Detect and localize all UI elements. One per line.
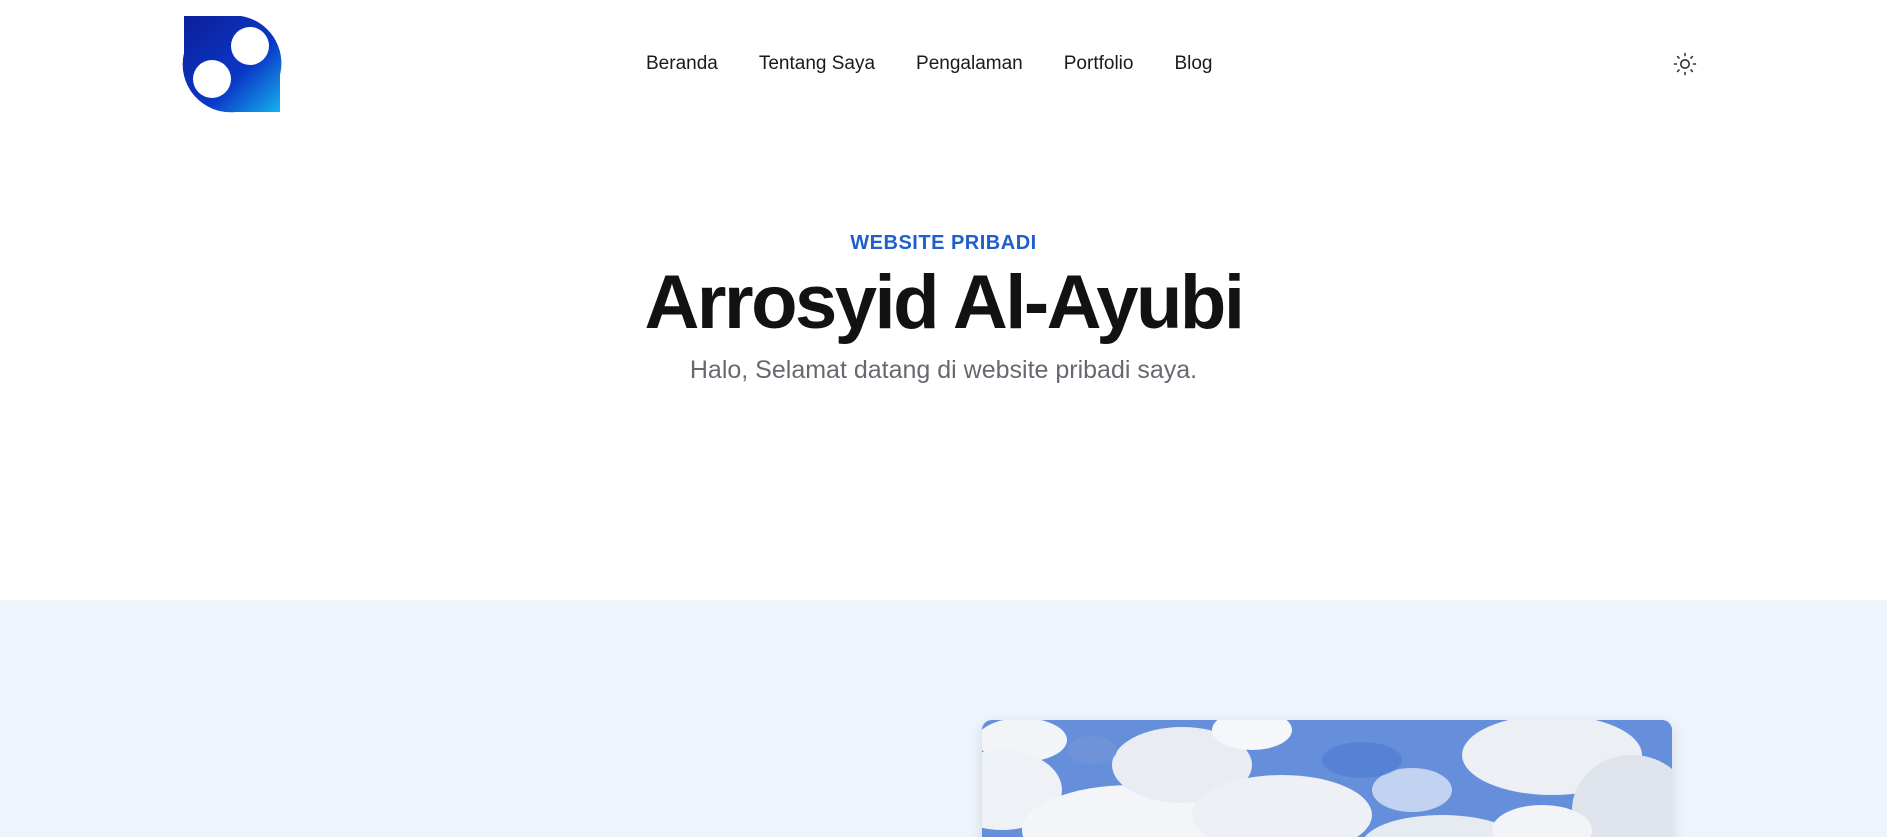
hero-subtitle: Halo, Selamat datang di website pribadi … [689,356,1198,384]
hero-title: Arrosyid Al-Ayubi [644,260,1245,345]
sky-clouds-photo [982,720,1672,837]
sun-icon [1673,52,1697,76]
hero-section: WEBSITE PRIBADI Arrosyid Al-Ayubi Halo, … [0,130,1887,600]
hero-eyebrow: WEBSITE PRIBADI [850,232,1037,254]
nav-item-portfolio[interactable]: Portfolio [1064,50,1134,78]
nav-item-beranda[interactable]: Beranda [646,50,718,78]
nav-item-blog[interactable]: Blog [1174,50,1212,78]
main-nav: Beranda Tentang Saya Pengalaman Portfoli… [646,50,1212,78]
nav-item-pengalaman[interactable]: Pengalaman [916,50,1023,78]
profile-photo [982,720,1672,837]
nav-item-tentang-saya[interactable]: Tentang Saya [759,50,875,78]
about-section [0,600,1887,837]
site-header: Beranda Tentang Saya Pengalaman Portfoli… [0,0,1887,130]
theme-toggle-button[interactable] [1673,52,1697,76]
brand-logo-icon[interactable] [181,13,283,115]
